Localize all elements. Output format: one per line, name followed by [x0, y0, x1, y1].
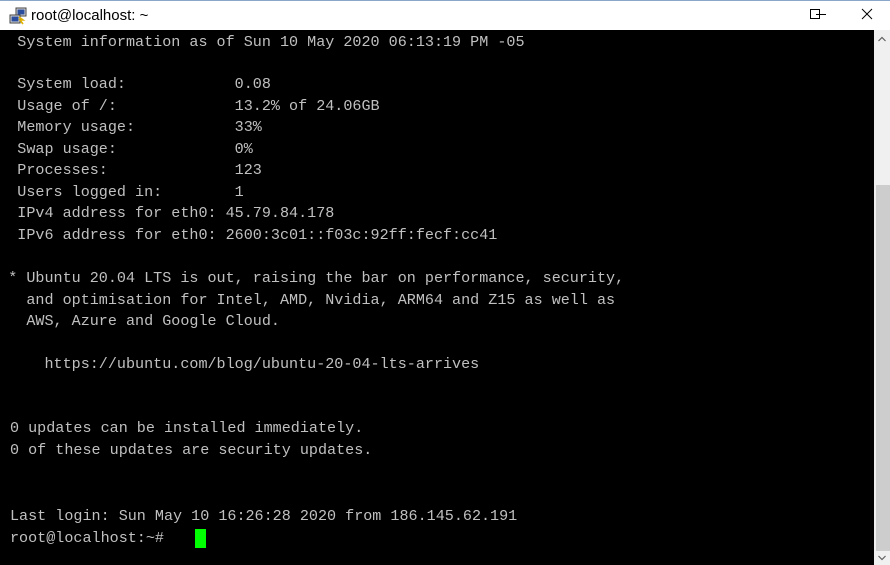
terminal-line: and optimisation for Intel, AMD, Nvidia,… — [0, 291, 616, 309]
scroll-down-arrow[interactable] — [874, 549, 890, 565]
terminal-line: System information as of Sun 10 May 2020… — [0, 33, 525, 51]
close-button[interactable] — [844, 1, 890, 30]
terminal-line: Swap usage: 0% — [0, 140, 253, 158]
terminal-line: AWS, Azure and Google Cloud. — [0, 312, 280, 330]
putty-window: root@localhost: ~ System information as … — [0, 0, 890, 565]
maximize-button[interactable] — [792, 1, 838, 30]
window-title: root@localhost: ~ — [31, 7, 149, 24]
terminal-line: 0 updates can be installed immediately. — [10, 419, 364, 437]
terminal-line: Memory usage: 33% — [0, 118, 262, 136]
terminal-line: Usage of /: 13.2% of 24.06GB — [0, 97, 380, 115]
putty-icon[interactable] — [9, 7, 27, 25]
terminal-cursor — [195, 529, 206, 548]
terminal-line: https://ubuntu.com/blog/ubuntu-20-04-lts… — [0, 355, 480, 373]
chevron-up-icon — [878, 29, 886, 47]
terminal-line: * Ubuntu 20.04 LTS is out, raising the b… — [0, 269, 625, 287]
terminal-line: Last login: Sun May 10 16:26:28 2020 fro… — [10, 507, 518, 525]
terminal-line: root@localhost:~# — [10, 529, 174, 547]
chevron-down-icon — [878, 548, 886, 565]
terminal-line: System load: 0.08 — [0, 75, 271, 93]
terminal-line: Users logged in: 1 — [0, 183, 244, 201]
maximize-icon — [809, 7, 821, 24]
terminal-line: IPv6 address for eth0: 2600:3c01::f03c:9… — [0, 226, 498, 244]
scroll-up-arrow[interactable] — [874, 30, 890, 46]
terminal-output[interactable]: System information as of Sun 10 May 2020… — [0, 30, 874, 565]
scrollbar-thumb[interactable] — [876, 185, 890, 551]
terminal-line: 0 of these updates are security updates. — [10, 441, 373, 459]
close-icon — [861, 7, 873, 24]
terminal-line: Processes: 123 — [0, 161, 262, 179]
title-bar[interactable]: root@localhost: ~ — [0, 0, 890, 30]
vertical-scrollbar[interactable] — [874, 30, 890, 565]
terminal-line: IPv4 address for eth0: 45.79.84.178 — [0, 204, 335, 222]
